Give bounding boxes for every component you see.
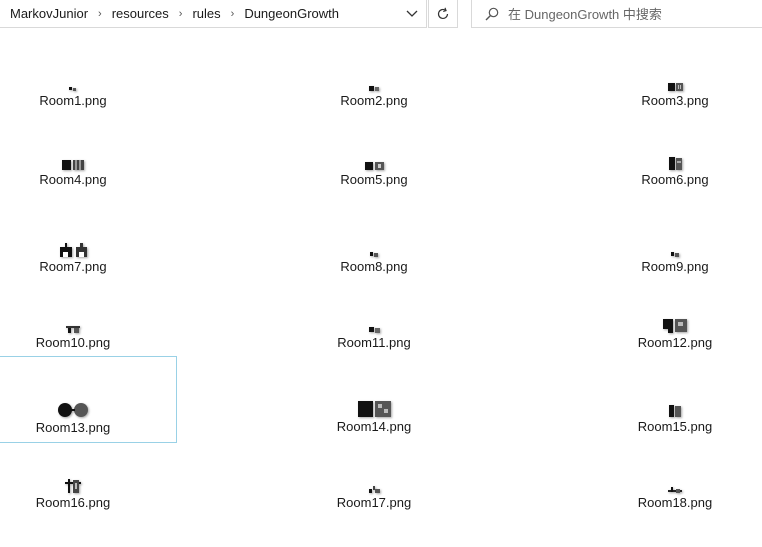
file-thumbnail	[270, 286, 478, 333]
search-placeholder: 在 DungeonGrowth 中搜索	[508, 7, 662, 22]
file-thumbnail	[0, 446, 177, 493]
file-item[interactable]: Room15.png	[571, 356, 762, 434]
refresh-icon	[437, 7, 449, 19]
image-thumbnail-icon	[368, 327, 380, 333]
image-thumbnail-icon	[66, 326, 80, 333]
file-thumbnail	[571, 210, 762, 257]
image-thumbnail-icon	[58, 403, 88, 417]
image-thumbnail-icon	[364, 162, 384, 170]
file-thumbnail	[571, 446, 762, 493]
file-thumbnail	[270, 210, 478, 257]
file-thumbnail	[0, 210, 177, 257]
file-thumbnail	[270, 356, 478, 417]
image-thumbnail-icon	[668, 157, 682, 170]
search-icon	[485, 7, 499, 20]
file-item[interactable]: Room13.png	[0, 356, 177, 443]
file-item[interactable]: Room11.png	[270, 286, 478, 356]
file-name: Room6.png	[641, 172, 709, 187]
file-item[interactable]: Room9.png	[571, 210, 762, 280]
file-item[interactable]: Room1.png	[0, 44, 177, 114]
file-thumbnail	[0, 123, 177, 170]
file-item[interactable]: Room5.png	[270, 123, 478, 193]
file-item[interactable]: Room16.png	[0, 446, 177, 516]
file-name: Room9.png	[641, 259, 709, 274]
file-thumbnail	[270, 446, 478, 493]
image-thumbnail-icon	[65, 479, 81, 493]
address-dropdown-button[interactable]	[401, 5, 423, 23]
file-item[interactable]: Room14.png	[270, 356, 478, 434]
file-name: Room3.png	[641, 93, 709, 108]
file-name: Room12.png	[637, 335, 713, 350]
file-item[interactable]: Room4.png	[0, 123, 177, 193]
file-name: Room2.png	[340, 93, 408, 108]
file-thumbnail	[571, 123, 762, 170]
breadcrumb-chevron-icon[interactable]: ›	[231, 8, 235, 20]
chevron-down-icon	[406, 10, 418, 17]
file-item[interactable]: Room2.png	[270, 44, 478, 114]
file-item[interactable]: Room12.png	[571, 286, 762, 356]
file-name: Room13.png	[35, 420, 111, 435]
search-box[interactable]: 在 DungeonGrowth 中搜索	[471, 0, 762, 28]
explorer-toolbar: MarkovJunior › resources › rules › Dunge…	[0, 0, 762, 29]
file-name: Room10.png	[35, 335, 111, 350]
file-item[interactable]: Room8.png	[270, 210, 478, 280]
image-thumbnail-icon	[667, 83, 683, 91]
breadcrumb-resources[interactable]: resources	[112, 6, 169, 21]
file-name: Room7.png	[39, 259, 107, 274]
file-name: Room4.png	[39, 172, 107, 187]
breadcrumb-dungeongrowth[interactable]: DungeonGrowth	[244, 6, 339, 21]
file-thumbnail	[571, 286, 762, 333]
image-thumbnail-icon	[668, 487, 682, 493]
file-name: Room5.png	[340, 172, 408, 187]
file-item[interactable]: Room10.png	[0, 286, 177, 356]
refresh-button[interactable]	[428, 0, 458, 28]
file-name: Room11.png	[337, 335, 411, 350]
file-item[interactable]: Room18.png	[571, 446, 762, 516]
breadcrumb-chevron-icon[interactable]: ›	[98, 8, 102, 20]
image-thumbnail-icon	[357, 401, 391, 417]
image-thumbnail-icon	[663, 319, 687, 333]
file-thumbnail	[0, 357, 176, 418]
file-name: Room16.png	[35, 495, 111, 510]
file-name: Room18.png	[637, 495, 713, 510]
image-thumbnail-icon	[368, 486, 380, 493]
file-name: Room1.png	[39, 93, 107, 108]
address-bar[interactable]: MarkovJunior › resources › rules › Dunge…	[0, 0, 427, 28]
image-thumbnail-icon	[669, 405, 681, 417]
file-item[interactable]: Room17.png	[270, 446, 478, 516]
file-thumbnail	[270, 123, 478, 170]
file-name: Room17.png	[336, 495, 412, 510]
image-thumbnail-icon	[369, 86, 379, 91]
image-thumbnail-icon	[370, 252, 378, 257]
breadcrumb-chevron-icon[interactable]: ›	[179, 8, 183, 20]
file-item[interactable]: Room6.png	[571, 123, 762, 193]
file-name: Room15.png	[637, 419, 713, 434]
file-item[interactable]: Room7.png	[0, 210, 177, 280]
image-thumbnail-icon	[671, 252, 679, 257]
file-thumbnail	[270, 44, 478, 91]
file-thumbnail	[571, 356, 762, 417]
file-thumbnail	[0, 286, 177, 333]
file-item[interactable]: Room3.png	[571, 44, 762, 114]
image-thumbnail-icon	[59, 243, 87, 257]
image-thumbnail-icon	[69, 87, 76, 91]
breadcrumb-markovjunior[interactable]: MarkovJunior	[10, 6, 88, 21]
file-name: Room14.png	[336, 419, 412, 434]
breadcrumb-rules[interactable]: rules	[192, 6, 220, 21]
file-thumbnail	[571, 44, 762, 91]
image-thumbnail-icon	[62, 160, 84, 170]
file-thumbnail	[0, 44, 177, 91]
file-name: Room8.png	[340, 259, 408, 274]
